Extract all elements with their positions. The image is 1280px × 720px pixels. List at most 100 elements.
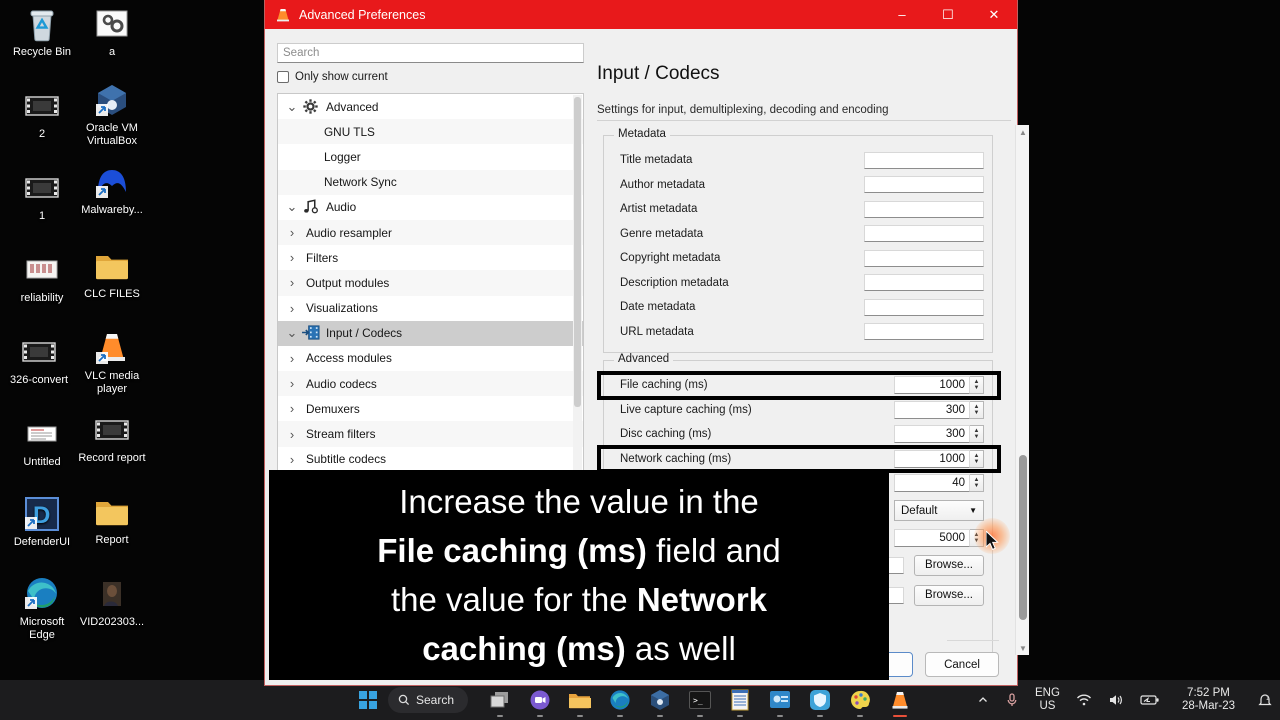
- metadata-field-input[interactable]: [864, 299, 984, 316]
- desktop-icon-clc-files[interactable]: CLC FILES: [76, 248, 148, 301]
- desktop-icon-recycle-bin[interactable]: Recycle Bin: [6, 6, 78, 59]
- spinbox-arrows[interactable]: ▲▼: [970, 474, 984, 492]
- spin-down-icon[interactable]: ▼: [974, 410, 980, 416]
- scroll-up-arrow-icon[interactable]: ▲: [1016, 125, 1030, 139]
- spinbox-value[interactable]: 1000: [894, 376, 970, 394]
- taskbar-microsoft-edge[interactable]: [600, 680, 640, 720]
- dropdown-select[interactable]: Default▼: [894, 500, 984, 521]
- chevron-right-icon[interactable]: ›: [282, 250, 302, 265]
- metadata-field-input[interactable]: [864, 225, 984, 242]
- search-input[interactable]: Search: [277, 43, 584, 63]
- spinbox-arrows[interactable]: ▲▼: [970, 401, 984, 419]
- settings-scrollbar[interactable]: ▲ ▼: [1015, 125, 1029, 655]
- desktop-icon-vid202303[interactable]: VID202303...: [76, 576, 148, 629]
- spinbox-arrows[interactable]: ▲▼: [970, 376, 984, 394]
- tree-item-output-modules[interactable]: ›Output modules: [278, 270, 583, 295]
- tree-item-stream-filters[interactable]: ›Stream filters: [278, 421, 583, 446]
- spinbox-arrows[interactable]: ▲▼: [970, 450, 984, 468]
- spinbox-value[interactable]: 1000: [894, 450, 970, 468]
- desktop-icon-record-report[interactable]: Record report: [76, 412, 148, 465]
- spinbox[interactable]: 5000▲▼: [894, 529, 984, 547]
- close-button[interactable]: ✕: [971, 0, 1017, 29]
- spinbox-arrows[interactable]: ▲▼: [970, 425, 984, 443]
- taskbar-virtualbox[interactable]: [640, 680, 680, 720]
- tree-item-advanced[interactable]: ⌄Advanced: [278, 94, 583, 119]
- wifi-indicator[interactable]: [1073, 680, 1095, 720]
- spinbox-value[interactable]: 300: [894, 401, 970, 419]
- desktop-icon-untitled[interactable]: Untitled: [6, 416, 78, 469]
- desktop-icon-2[interactable]: 2: [6, 88, 78, 141]
- chevron-down-icon[interactable]: ⌄: [282, 104, 302, 110]
- tree-item-network-sync[interactable]: Network Sync: [278, 170, 583, 195]
- tree-item-audio-codecs[interactable]: ›Audio codecs: [278, 371, 583, 396]
- desktop-icon-a[interactable]: a: [76, 6, 148, 59]
- tree-scrollbar[interactable]: [573, 95, 582, 511]
- chevron-right-icon[interactable]: ›: [282, 275, 302, 290]
- taskbar-teams-chat[interactable]: [520, 680, 560, 720]
- desktop-icon-report[interactable]: Report: [76, 494, 148, 547]
- taskbar-terminal[interactable]: >_: [680, 680, 720, 720]
- spinbox[interactable]: 1000▲▼: [894, 376, 984, 394]
- desktop-icon-1[interactable]: 1: [6, 170, 78, 223]
- settings-scrollbar-thumb[interactable]: [1019, 455, 1027, 620]
- spin-down-icon[interactable]: ▼: [974, 483, 980, 489]
- desktop-icon-vlc-media-player[interactable]: VLC media player: [76, 330, 148, 396]
- tree-item-access-modules[interactable]: ›Access modules: [278, 346, 583, 371]
- desktop-icon-oracle-vm-virtualbox[interactable]: Oracle VM VirtualBox: [76, 82, 148, 148]
- maximize-button[interactable]: ☐: [925, 0, 971, 29]
- microphone-indicator[interactable]: [1002, 680, 1022, 720]
- clock-area[interactable]: 7:52 PM 28-Mar-23: [1173, 680, 1244, 720]
- language-indicator[interactable]: ENG US: [1032, 680, 1063, 720]
- taskbar-notepad[interactable]: [720, 680, 760, 720]
- tree-item-subtitle-codecs[interactable]: ›Subtitle codecs: [278, 447, 583, 472]
- tree-item-filters[interactable]: ›Filters: [278, 245, 583, 270]
- scroll-down-arrow-icon[interactable]: ▼: [1016, 641, 1030, 655]
- taskbar-paint[interactable]: [840, 680, 880, 720]
- preferences-tree[interactable]: ⌄AdvancedGNU TLSLoggerNetwork Sync⌄Audio…: [277, 93, 584, 513]
- spinbox-value[interactable]: 300: [894, 425, 970, 443]
- chevron-right-icon[interactable]: ›: [282, 301, 302, 316]
- chevron-down-icon[interactable]: ⌄: [282, 204, 302, 210]
- chevron-right-icon[interactable]: ›: [282, 376, 302, 391]
- desktop-icon-malwareby[interactable]: Malwareby...: [76, 164, 148, 217]
- chevron-right-icon[interactable]: ›: [282, 225, 302, 240]
- system-tray[interactable]: ENG US 7:52 PM 28-Mar-23 1: [974, 680, 1276, 720]
- tree-item-input-codecs[interactable]: ⌄Input / Codecs: [278, 321, 583, 346]
- metadata-field-input[interactable]: [864, 152, 984, 169]
- desktop-icon-defenderui[interactable]: DDefenderUI: [6, 496, 78, 549]
- tree-item-audio[interactable]: ⌄Audio: [278, 195, 583, 220]
- chevron-right-icon[interactable]: ›: [282, 401, 302, 416]
- spinbox-value[interactable]: 5000: [894, 529, 970, 547]
- browse-button[interactable]: Browse...: [914, 585, 984, 606]
- minimize-button[interactable]: –: [879, 0, 925, 29]
- notifications-button[interactable]: 1: [1254, 680, 1276, 720]
- spinbox[interactable]: 300▲▼: [894, 401, 984, 419]
- desktop-icon-reliability[interactable]: reliability: [6, 252, 78, 305]
- checkbox-box[interactable]: [277, 71, 289, 83]
- taskbar[interactable]: Search >_: [0, 680, 1280, 720]
- show-hidden-icons-button[interactable]: [974, 680, 992, 720]
- spin-down-icon[interactable]: ▼: [974, 434, 980, 440]
- chevron-right-icon[interactable]: ›: [282, 452, 302, 467]
- chevron-right-icon[interactable]: ›: [282, 351, 302, 366]
- taskbar-vlc-media-player[interactable]: [880, 680, 920, 720]
- spin-down-icon[interactable]: ▼: [974, 385, 980, 391]
- tree-item-logger[interactable]: Logger: [278, 144, 583, 169]
- taskbar-search[interactable]: Search: [388, 687, 468, 713]
- window-titlebar[interactable]: Advanced Preferences – ☐ ✕: [265, 0, 1017, 29]
- spin-down-icon[interactable]: ▼: [974, 459, 980, 465]
- tree-scrollbar-thumb[interactable]: [574, 97, 581, 407]
- metadata-field-input[interactable]: [864, 201, 984, 218]
- metadata-field-input[interactable]: [864, 176, 984, 193]
- taskbar-settings[interactable]: [760, 680, 800, 720]
- chevron-down-icon[interactable]: ⌄: [282, 330, 302, 336]
- taskbar-task-view[interactable]: [480, 680, 520, 720]
- tree-item-gnu-tls[interactable]: GNU TLS: [278, 119, 583, 144]
- desktop-icon-microsoft-edge[interactable]: Microsoft Edge: [6, 576, 78, 642]
- spinbox[interactable]: 40▲▼: [894, 474, 984, 492]
- metadata-field-input[interactable]: [864, 323, 984, 340]
- browse-button[interactable]: Browse...: [914, 555, 984, 576]
- spinbox[interactable]: 300▲▼: [894, 425, 984, 443]
- tree-item-demuxers[interactable]: ›Demuxers: [278, 396, 583, 421]
- cancel-button[interactable]: Cancel: [925, 652, 999, 677]
